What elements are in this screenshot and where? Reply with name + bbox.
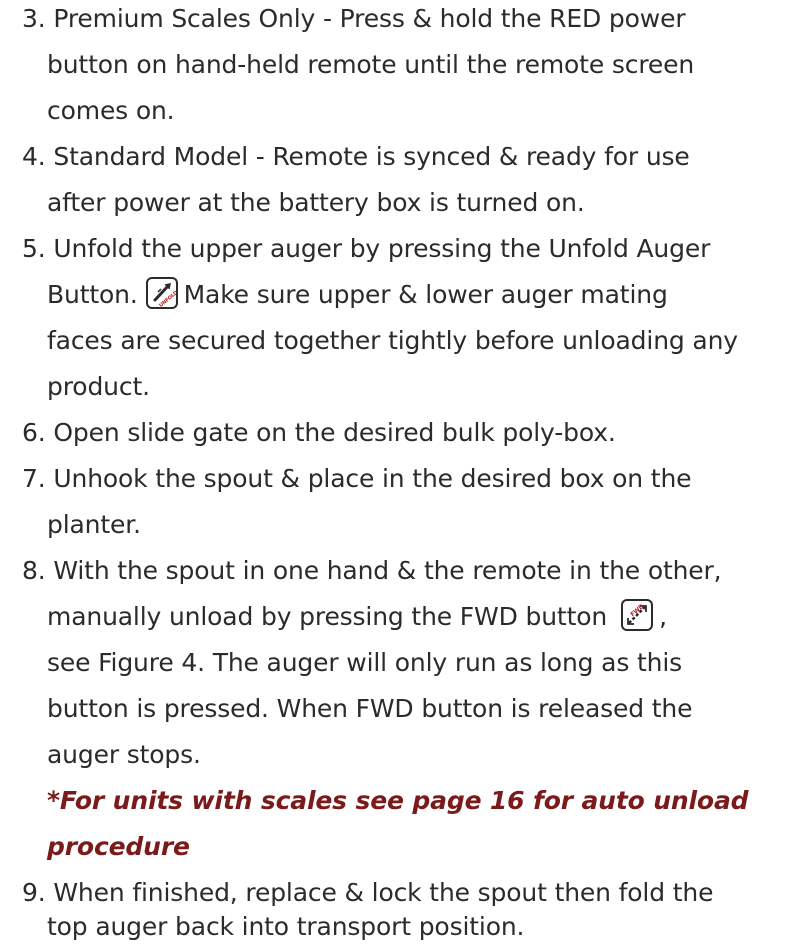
scales-note-line-1: *For units with scales see page 16 for a…: [47, 786, 749, 815]
step-8-line-3: see Figure 4. The auger will only run as…: [47, 648, 683, 677]
step-8-line-2-comma: ,: [659, 602, 667, 631]
step-5-button-word: Button.: [47, 280, 138, 309]
step-9-line-1: 9. When finished, replace & lock the spo…: [22, 878, 714, 907]
step-5-line-1: 5. Unfold the upper auger by pressing th…: [22, 234, 711, 263]
step-6-line-1: 6. Open slide gate on the desired bulk p…: [22, 418, 616, 447]
step-5-line-2-rest: Make sure upper & lower auger mating: [183, 280, 668, 309]
step-4-line-1: 4. Standard Model - Remote is synced & r…: [22, 142, 690, 171]
instruction-page: 3. Premium Scales Only - Press & hold th…: [0, 0, 797, 944]
step-3-line-1: 3. Premium Scales Only - Press & hold th…: [22, 4, 686, 33]
step-8-line-2-text: manually unload by pressing the FWD butt…: [47, 602, 608, 631]
step-8-line-5: auger stops.: [47, 740, 201, 769]
fwd-button-icon: FWD: [621, 599, 654, 631]
scales-note-line-2: procedure: [47, 832, 190, 861]
step-7-line-1: 7. Unhook the spout & place in the desir…: [22, 464, 692, 493]
step-4-line-2: after power at the battery box is turned…: [47, 188, 585, 217]
step-3-line-2: button on hand-held remote until the rem…: [47, 50, 695, 79]
step-8-line-1: 8. With the spout in one hand & the remo…: [22, 556, 722, 585]
step-9-line-2: top auger back into transport position.: [47, 912, 525, 941]
unfold-auger-icon: UNFOLD: [145, 277, 178, 309]
step-8-line-4: button is pressed. When FWD button is re…: [47, 694, 693, 723]
step-3-line-3: comes on.: [47, 96, 175, 125]
step-5-line-3: faces are secured together tightly befor…: [47, 326, 738, 355]
step-5-line-2: Button. UNFOLD Make sure upper & lower a…: [47, 277, 668, 312]
step-8-line-2: manually unload by pressing the FWD butt…: [47, 599, 667, 634]
step-7-line-2: planter.: [47, 510, 141, 539]
step-5-line-4: product.: [47, 372, 150, 401]
